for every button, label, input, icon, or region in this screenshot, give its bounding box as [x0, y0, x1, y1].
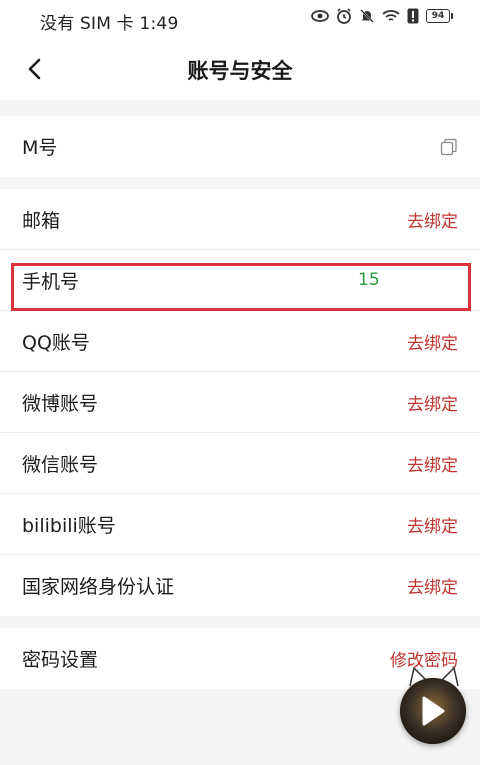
- wechat-label: 微信账号: [22, 453, 99, 476]
- weibo-label: 微博账号: [22, 392, 99, 415]
- page-title: 账号与安全: [187, 59, 293, 83]
- alarm-icon: [337, 8, 351, 24]
- binding-row-weibo[interactable]: 微博账号 去绑定: [0, 372, 480, 433]
- mute-icon: [360, 9, 374, 23]
- eye-icon: [311, 10, 329, 22]
- binding-row-national-id[interactable]: 国家网络身份认证 去绑定: [0, 555, 480, 616]
- account-bindings-section: 邮箱 去绑定 手机号 15 QQ账号 去绑定 微博账号 去绑定 微信账号 去绑定…: [0, 189, 480, 616]
- qq-label: QQ账号: [22, 331, 90, 354]
- wechat-bind-button[interactable]: 去绑定: [407, 451, 458, 476]
- email-bind-button[interactable]: 去绑定: [407, 207, 458, 232]
- status-bar: 没有 SIM 卡 1:49 94: [0, 0, 480, 38]
- status-icons: 94: [311, 8, 453, 24]
- binding-row-email[interactable]: 邮箱 去绑定: [0, 189, 480, 250]
- nav-bar: 账号与安全: [0, 38, 480, 100]
- binding-row-bilibili[interactable]: bilibili账号 去绑定: [0, 494, 480, 555]
- alert-icon: [407, 8, 419, 24]
- status-bar-text: 没有 SIM 卡 1:49: [40, 14, 179, 34]
- email-label: 邮箱: [22, 209, 61, 232]
- password-label: 密码设置: [22, 649, 99, 671]
- play-icon[interactable]: [420, 695, 446, 727]
- national-id-bind-button[interactable]: 去绑定: [407, 573, 458, 598]
- bilibili-label: bilibili账号: [22, 514, 116, 537]
- m-number-label: M号: [22, 137, 58, 159]
- binding-row-phone[interactable]: 手机号 15: [0, 250, 480, 311]
- qq-bind-button[interactable]: 去绑定: [407, 329, 458, 354]
- m-number-section: M号: [0, 116, 480, 177]
- floating-player[interactable]: [400, 678, 466, 744]
- bilibili-bind-button[interactable]: 去绑定: [407, 512, 458, 537]
- wifi-icon: [382, 10, 400, 21]
- binding-row-qq[interactable]: QQ账号 去绑定: [0, 311, 480, 372]
- m-number-row: M号: [0, 116, 480, 177]
- phone-number-value: 15: [358, 270, 380, 290]
- battery-icon: 94: [426, 9, 453, 23]
- weibo-bind-button[interactable]: 去绑定: [407, 390, 458, 415]
- phone-label: 手机号: [22, 270, 80, 293]
- copy-icon[interactable]: [440, 138, 458, 156]
- binding-row-wechat[interactable]: 微信账号 去绑定: [0, 433, 480, 494]
- national-id-label: 国家网络身份认证: [22, 576, 175, 598]
